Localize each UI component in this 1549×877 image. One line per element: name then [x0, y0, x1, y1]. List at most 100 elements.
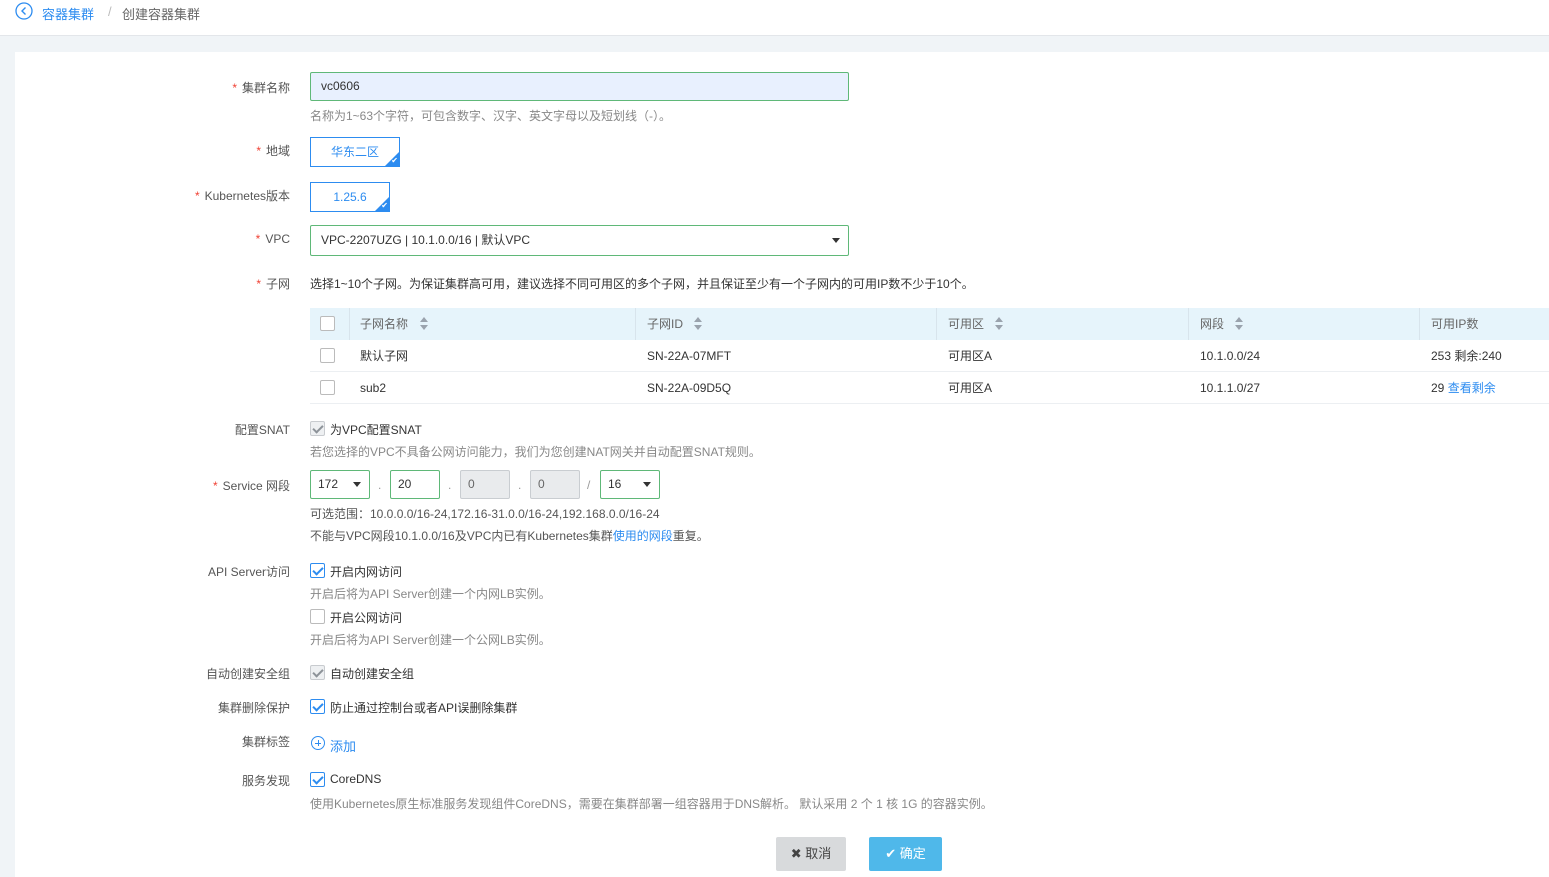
- ip-dot: .: [448, 478, 452, 492]
- cluster-name-input[interactable]: vc0606: [310, 72, 849, 101]
- public-access-label[interactable]: 开启公网访问: [330, 609, 402, 626]
- used-cidr-link[interactable]: 使用的网段: [613, 529, 673, 543]
- subnet-hint: 选择1~10个子网。为保证集群高可用，建议选择不同可用区的多个子网，并且保证至少…: [310, 277, 974, 291]
- service-cidr-octet4-input: 0: [530, 470, 580, 499]
- service-discovery-hint: 使用Kubernetes原生标准服务发现组件CoreDNS，需要在集群部署一组容…: [310, 797, 993, 811]
- add-tag-link[interactable]: 添加: [330, 736, 356, 755]
- snat-label: 配置SNAT: [234, 423, 290, 437]
- internal-access-label[interactable]: 开启内网访问: [330, 563, 402, 580]
- subnet-label: * 子网: [256, 277, 290, 291]
- row-checkbox[interactable]: [320, 348, 335, 363]
- form-panel: [15, 52, 1549, 877]
- close-icon: ✖: [790, 846, 802, 861]
- security-group-checkbox: [310, 665, 325, 680]
- column-divider: [1419, 308, 1420, 340]
- col-header-name[interactable]: 子网名称: [360, 308, 408, 340]
- ip-dot: .: [518, 478, 522, 492]
- sort-icon[interactable]: [1235, 317, 1243, 331]
- ip-remaining-text: 剩余:240: [1454, 349, 1502, 363]
- coredns-label[interactable]: CoreDNS: [330, 772, 381, 786]
- ip-slash: /: [587, 478, 591, 492]
- column-divider: [635, 308, 636, 340]
- internal-access-hint: 开启后将为API Server创建一个内网LB实例。: [310, 587, 551, 601]
- confirm-label: 确定: [899, 846, 926, 861]
- ip-count-value: 253: [1431, 349, 1452, 363]
- column-divider: [936, 308, 937, 340]
- sort-icon[interactable]: [694, 317, 702, 331]
- cluster-name-label: * 集群名称: [232, 81, 290, 95]
- service-cidr-octet3-input: 0: [460, 470, 510, 499]
- col-header-cidr[interactable]: 网段: [1200, 308, 1224, 340]
- cancel-label: 取消: [805, 846, 832, 861]
- snat-checkbox-label: 为VPC配置SNAT: [330, 423, 422, 437]
- snat-checkbox: [310, 421, 325, 436]
- service-cidr-octet1-select[interactable]: 172: [310, 470, 370, 499]
- sort-icon[interactable]: [420, 317, 428, 331]
- security-group-checkbox-label: 自动创建安全组: [330, 667, 415, 681]
- k8s-version-label: * Kubernetes版本: [194, 189, 290, 203]
- service-cidr-mask-select[interactable]: 16: [600, 470, 660, 499]
- region-label: * 地域: [256, 144, 290, 158]
- service-cidr-octet2-input[interactable]: 20: [390, 470, 440, 499]
- col-header-ip-count: 可用IP数: [1431, 317, 1479, 331]
- ip-count-value: 29: [1431, 381, 1445, 395]
- snat-hint: 若您选择的VPC不具备公网访问能力，我们为您创建NAT网关并自动配置SNAT规则…: [310, 445, 761, 459]
- breadcrumb-parent-link[interactable]: 容器集群: [42, 4, 94, 23]
- cluster-tags-label: 集群标签: [241, 735, 290, 749]
- mask-value: 16: [608, 477, 622, 491]
- conflict-suffix: 重复。: [672, 529, 709, 543]
- ip-count-cell: 253 剩余:240: [1431, 340, 1502, 372]
- col-header-zone[interactable]: 可用区: [948, 308, 984, 340]
- table-row[interactable]: 默认子网 SN-22A-07MFT 可用区A 10.1.0.0/24 253 剩…: [310, 340, 1549, 372]
- subnet-cidr-cell: 10.1.0.0/24: [1200, 349, 1261, 363]
- check-icon: ✔: [885, 846, 897, 861]
- k8s-version-option-label: 1.25.6: [333, 190, 367, 204]
- subnet-cidr-cell: 10.1.1.0/27: [1200, 381, 1261, 395]
- sort-icon[interactable]: [995, 317, 1003, 331]
- region-option-selected[interactable]: 华东二区 ✔: [310, 137, 400, 167]
- column-divider: [349, 308, 350, 340]
- col-header-id[interactable]: 子网ID: [647, 308, 683, 340]
- public-access-hint: 开启后将为API Server创建一个公网LB实例。: [310, 633, 551, 647]
- public-access-checkbox[interactable]: [310, 609, 325, 624]
- dropdown-caret-icon: [643, 482, 651, 487]
- conflict-prefix: 不能与VPC网段10.1.0.0/16及VPC内已有Kubernetes集群: [310, 529, 613, 543]
- service-cidr-conflict-hint: 不能与VPC网段10.1.0.0/16及VPC内已有Kubernetes集群使用…: [310, 527, 709, 544]
- service-cidr-range-hint: 可选范围：10.0.0.0/16-24,172.16-31.0.0/16-24,…: [310, 507, 660, 521]
- vpc-label: * VPC: [255, 232, 290, 246]
- top-bar: 容器集群 / 创建容器集群: [0, 0, 1549, 36]
- region-option-label: 华东二区: [330, 145, 379, 159]
- view-remaining-link[interactable]: 查看剩余: [1448, 381, 1496, 395]
- vpc-select[interactable]: VPC-2207UZG | 10.1.0.0/16 | 默认VPC: [310, 225, 849, 256]
- check-icon: ✔: [381, 201, 388, 210]
- delete-protection-checkbox-label[interactable]: 防止通过控制台或者API误删除集群: [330, 699, 517, 716]
- cancel-button[interactable]: ✖ 取消: [776, 837, 846, 871]
- select-all-checkbox[interactable]: [320, 316, 335, 331]
- ip-count-cell: 29 查看剩余: [1431, 372, 1496, 404]
- subnet-name-cell: sub2: [360, 381, 387, 395]
- breadcrumb-separator: /: [108, 4, 112, 19]
- vpc-select-value: VPC-2207UZG | 10.1.0.0/16 | 默认VPC: [321, 233, 530, 247]
- k8s-version-option-selected[interactable]: 1.25.6 ✔: [310, 182, 390, 212]
- coredns-checkbox[interactable]: [310, 772, 325, 787]
- cluster-name-hint: 名称为1~63个字符，可包含数字、汉字、英文字母以及短划线（-）。: [310, 109, 672, 123]
- delete-protection-label: 集群删除保护: [217, 701, 290, 715]
- table-row[interactable]: sub2 SN-22A-09D5Q 可用区A 10.1.1.0/27 29 查看…: [310, 372, 1549, 404]
- check-icon: ✔: [391, 156, 398, 165]
- add-circle-icon[interactable]: [311, 736, 325, 750]
- security-group-label: 自动创建安全组: [205, 667, 290, 681]
- back-arrow-icon[interactable]: [15, 2, 33, 20]
- column-divider: [1188, 308, 1189, 340]
- subnet-id-cell: SN-22A-09D5Q: [647, 381, 732, 395]
- confirm-button[interactable]: ✔ 确定: [869, 837, 942, 871]
- delete-protection-checkbox[interactable]: [310, 699, 325, 714]
- service-discovery-label: 服务发现: [241, 774, 290, 788]
- breadcrumb-current: 创建容器集群: [122, 7, 201, 22]
- ip-dot: .: [378, 478, 382, 492]
- service-cidr-label: * Service 网段: [212, 479, 290, 493]
- row-checkbox[interactable]: [320, 380, 335, 395]
- internal-access-checkbox[interactable]: [310, 563, 325, 578]
- subnet-id-cell: SN-22A-07MFT: [647, 349, 732, 363]
- subnet-name-cell: 默认子网: [360, 349, 409, 363]
- subnet-table-header: 子网名称 子网ID 可用区 网段 可用IP数: [310, 308, 1549, 340]
